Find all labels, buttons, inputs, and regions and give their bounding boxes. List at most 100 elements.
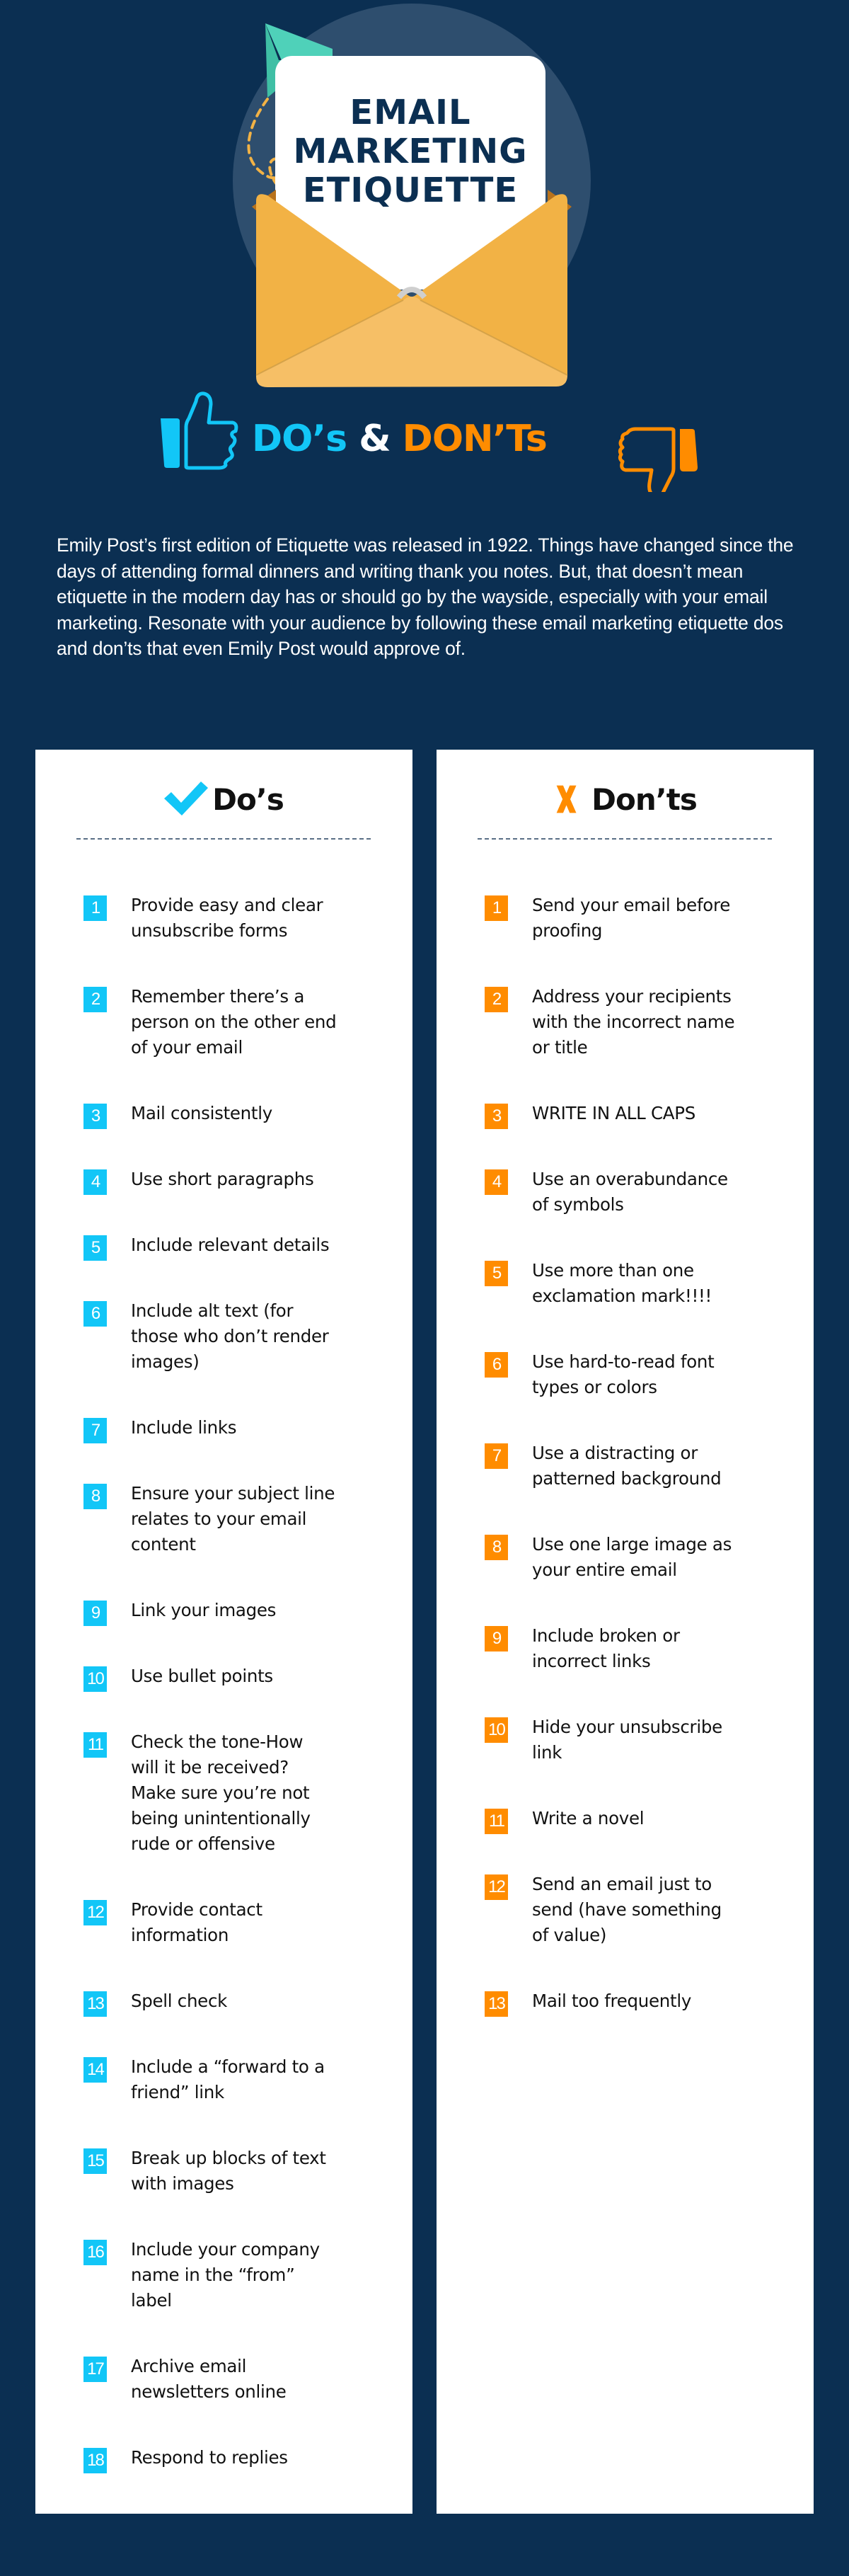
dos-title: Do’s: [212, 782, 284, 817]
item-text: Use hard-to-read font types or colors: [532, 1351, 715, 1397]
thumbs-down-icon: [618, 427, 698, 492]
do-list-item: 13 Spell check: [35, 1988, 412, 2017]
item-text: Use bullet points: [131, 1666, 273, 1686]
thumbs-up-icon: [161, 391, 238, 470]
x-icon: [556, 785, 577, 813]
item-text: Include relevant details: [131, 1235, 330, 1255]
dont-list-item: 13 Mail too frequently: [437, 1988, 814, 2017]
item-text: Remember there’s a person on the other e…: [131, 986, 337, 1058]
number-badge: 17: [83, 2357, 107, 2382]
item-text: Include alt text (for those who don’t re…: [131, 1300, 329, 1372]
item-text: Mail consistently: [131, 1103, 272, 1123]
dos-header: Do’s: [35, 778, 412, 820]
item-text: Ensure your subject line relates to your…: [131, 1483, 335, 1555]
number-badge: 2: [485, 987, 508, 1012]
do-list-item: 16 Include your company name in the “from…: [35, 2237, 412, 2313]
dont-list-item: 5 Use more than one exclamation mark!!!!: [437, 1258, 814, 1309]
do-list-item: 18 Respond to replies: [35, 2445, 412, 2473]
donts-list: 1 Send your email before proofing 2 Address…: [437, 893, 814, 2054]
banner-dos: DO’s: [252, 418, 347, 460]
number-badge: 10: [83, 1666, 107, 1692]
item-text: Respond to replies: [131, 2447, 288, 2468]
banner-donts: DON’Ts: [402, 418, 548, 460]
number-badge: 13: [83, 1991, 107, 2017]
item-text: Include broken or incorrect links: [532, 1625, 680, 1671]
hero-illustration: EMAIL MARKETING ETIQUETTE: [0, 0, 849, 396]
dont-list-item: 3 WRITE IN ALL CAPS: [437, 1101, 814, 1129]
number-badge: 4: [83, 1169, 107, 1195]
number-badge: 1: [485, 895, 508, 921]
do-list-item: 2 Remember there’s a person on the other …: [35, 984, 412, 1060]
do-list-item: 11 Check the tone-How will it be received…: [35, 1729, 412, 1857]
do-list-item: 7 Include links: [35, 1415, 412, 1443]
hero-title-line: MARKETING: [293, 132, 528, 171]
item-text: Hide your unsubscribe link: [532, 1717, 722, 1763]
intro-paragraph: Emily Post’s first edition of Etiquette …: [57, 534, 794, 659]
number-badge: 8: [485, 1535, 508, 1560]
number-badge: 1: [83, 895, 107, 921]
item-text: Send your email before proofing: [532, 895, 730, 941]
number-badge: 12: [485, 1874, 508, 1900]
number-badge: 5: [83, 1235, 107, 1261]
item-text: Use an overabundance of symbols: [532, 1169, 728, 1215]
number-badge: 9: [485, 1626, 508, 1651]
donts-title: Don’ts: [591, 782, 698, 817]
number-badge: 11: [83, 1732, 107, 1758]
item-text: Break up blocks of text with images: [131, 2148, 326, 2194]
dont-list-item: 9 Include broken or incorrect links: [437, 1623, 814, 1674]
do-list-item: 17 Archive email newsletters online: [35, 2354, 412, 2405]
do-list-item: 8 Ensure your subject line relates to you…: [35, 1481, 412, 1557]
item-text: WRITE IN ALL CAPS: [532, 1103, 695, 1123]
number-badge: 7: [83, 1418, 107, 1443]
item-text: Spell check: [131, 1991, 228, 2011]
number-badge: 7: [485, 1443, 508, 1469]
item-text: Send an email just to send (have somethi…: [532, 1874, 722, 1945]
dont-list-item: 12 Send an email just to send (have somet…: [437, 1872, 814, 1948]
dont-list-item: 11 Write a novel: [437, 1806, 814, 1834]
item-text: Provide contact information: [131, 1899, 262, 1945]
number-badge: 10: [485, 1717, 508, 1743]
check-icon: [164, 782, 209, 815]
number-badge: 11: [485, 1809, 508, 1834]
dont-list-item: 8 Use one large image as your entire emai…: [437, 1532, 814, 1583]
dont-list-item: 10 Hide your unsubscribe link: [437, 1715, 814, 1765]
do-list-item: 10 Use bullet points: [35, 1664, 412, 1692]
item-text: Include your company name in the “from” …: [131, 2239, 320, 2311]
number-badge: 3: [83, 1104, 107, 1129]
item-text: Link your images: [131, 1600, 277, 1620]
item-text: Include links: [131, 1417, 237, 1438]
do-list-item: 4 Use short paragraphs: [35, 1167, 412, 1195]
dont-list-item: 4 Use an overabundance of symbols: [437, 1167, 814, 1218]
do-list-item: 5 Include relevant details: [35, 1232, 412, 1261]
number-badge: 8: [83, 1484, 107, 1509]
number-badge: 9: [83, 1601, 107, 1626]
donts-card: Don’ts 1 Send your email before proofing 2…: [437, 750, 814, 2514]
dos-list: 1 Provide easy and clear unsubscribe form…: [35, 893, 412, 2511]
item-text: Use a distracting or patterned backgroun…: [532, 1443, 722, 1489]
do-list-item: 15 Break up blocks of text with images: [35, 2146, 412, 2197]
number-badge: 14: [83, 2057, 107, 2083]
dont-list-item: 7 Use a distracting or patterned backgrou…: [437, 1441, 814, 1492]
item-text: Write a novel: [532, 1808, 645, 1828]
number-badge: 15: [83, 2148, 107, 2174]
number-badge: 6: [485, 1352, 508, 1378]
dont-list-item: 6 Use hard-to-read font types or colors: [437, 1349, 814, 1400]
item-text: Address your recipients with the incorre…: [532, 986, 735, 1058]
do-list-item: 14 Include a “forward to a friend” link: [35, 2054, 412, 2105]
donts-divider: [478, 838, 772, 840]
donts-header: Don’ts: [437, 778, 814, 820]
do-list-item: 9 Link your images: [35, 1598, 412, 1626]
item-text: Check the tone-How will it be received? …: [131, 1731, 311, 1854]
dos-divider: [76, 838, 371, 840]
item-text: Include a “forward to a friend” link: [131, 2056, 325, 2102]
do-list-item: 12 Provide contact information: [35, 1897, 412, 1948]
number-badge: 13: [485, 1991, 508, 2017]
hero-title-line: EMAIL: [350, 93, 471, 132]
dos-card: Do’s 1 Provide easy and clear unsubscribe…: [35, 750, 412, 2514]
number-badge: 2: [83, 987, 107, 1012]
item-text: Provide easy and clear unsubscribe forms: [131, 895, 323, 941]
number-badge: 5: [485, 1261, 508, 1286]
number-badge: 16: [83, 2240, 107, 2265]
number-badge: 12: [83, 1900, 107, 1925]
banner-ampersand: &: [359, 418, 391, 460]
